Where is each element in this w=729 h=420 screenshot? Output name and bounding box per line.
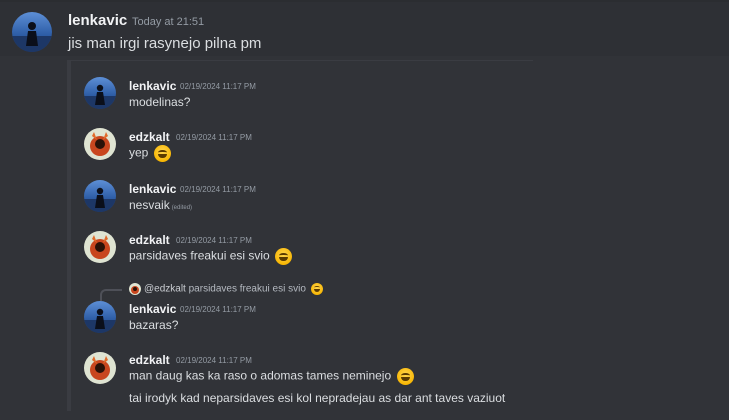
username[interactable]: edzkalt [129, 130, 170, 144]
message-text-continued: tai irodyk kad neparsidaves esi kol nepr… [129, 391, 506, 405]
grinning-emoji-icon[interactable] [275, 248, 293, 265]
character-avatar-icon [90, 132, 110, 156]
message-text: yep [129, 145, 149, 160]
message-text: jis man irgi rasynejo pilna pm [68, 35, 262, 52]
avatar[interactable] [12, 12, 52, 52]
message-text: nesvaik [129, 198, 170, 212]
edited-label: (edited) [171, 205, 193, 211]
username[interactable]: lenkavic [68, 12, 127, 29]
username[interactable]: lenkavic [129, 79, 176, 93]
message-text: bazaras? [129, 318, 179, 332]
character-avatar-icon [131, 286, 139, 294]
timestamp: 02/19/2024 11:17 PM [180, 185, 256, 194]
avatar[interactable] [84, 180, 116, 212]
avatar[interactable] [84, 77, 116, 109]
message-text: parsidaves freakui esi svio [129, 248, 270, 263]
user-silhouette-icon [12, 22, 52, 52]
reply-preview[interactable]: @edzkalt parsidaves freakui esi svio [144, 283, 323, 295]
main-message[interactable]: lenkavic Today at 21:51 jis man irgi ras… [0, 2, 729, 56]
message-text: man daug kas ka raso o adomas tames nemi… [129, 368, 392, 383]
avatar[interactable] [84, 231, 116, 263]
timestamp: 02/19/2024 11:17 PM [176, 133, 252, 142]
timestamp: 02/19/2024 11:17 PM [176, 236, 252, 245]
message-line: yep [129, 145, 171, 162]
timestamp: 02/19/2024 11:17 PM [176, 356, 252, 365]
username[interactable]: lenkavic [129, 302, 176, 316]
username[interactable]: lenkavic [129, 182, 176, 196]
reply-avatar[interactable] [129, 283, 141, 295]
timestamp: 02/19/2024 11:17 PM [180, 82, 256, 91]
grinning-emoji-icon [310, 283, 323, 295]
message-text: modelinas? [129, 95, 191, 109]
user-silhouette-icon [84, 187, 116, 212]
message-line: nesvaik (edited) [129, 198, 192, 212]
reply-username[interactable]: @edzkalt [144, 284, 186, 295]
timestamp: 02/19/2024 11:17 PM [180, 305, 256, 314]
message-line: parsidaves freakui esi svio [129, 248, 293, 265]
user-silhouette-icon [84, 84, 116, 109]
reply-connector [100, 289, 122, 301]
avatar[interactable] [84, 128, 116, 160]
reply-text: parsidaves freakui esi svio [188, 283, 306, 295]
character-avatar-icon [90, 356, 110, 380]
character-avatar-icon [90, 235, 110, 259]
grinning-emoji-icon[interactable] [396, 368, 414, 385]
grinning-emoji-icon[interactable] [153, 145, 171, 162]
message-line: man daug kas ka raso o adomas tames nemi… [129, 368, 414, 385]
avatar[interactable] [84, 301, 116, 333]
username[interactable]: edzkalt [129, 353, 170, 367]
username[interactable]: edzkalt [129, 233, 170, 247]
avatar[interactable] [84, 352, 116, 384]
timestamp: Today at 21:51 [132, 16, 205, 28]
user-silhouette-icon [84, 308, 116, 333]
